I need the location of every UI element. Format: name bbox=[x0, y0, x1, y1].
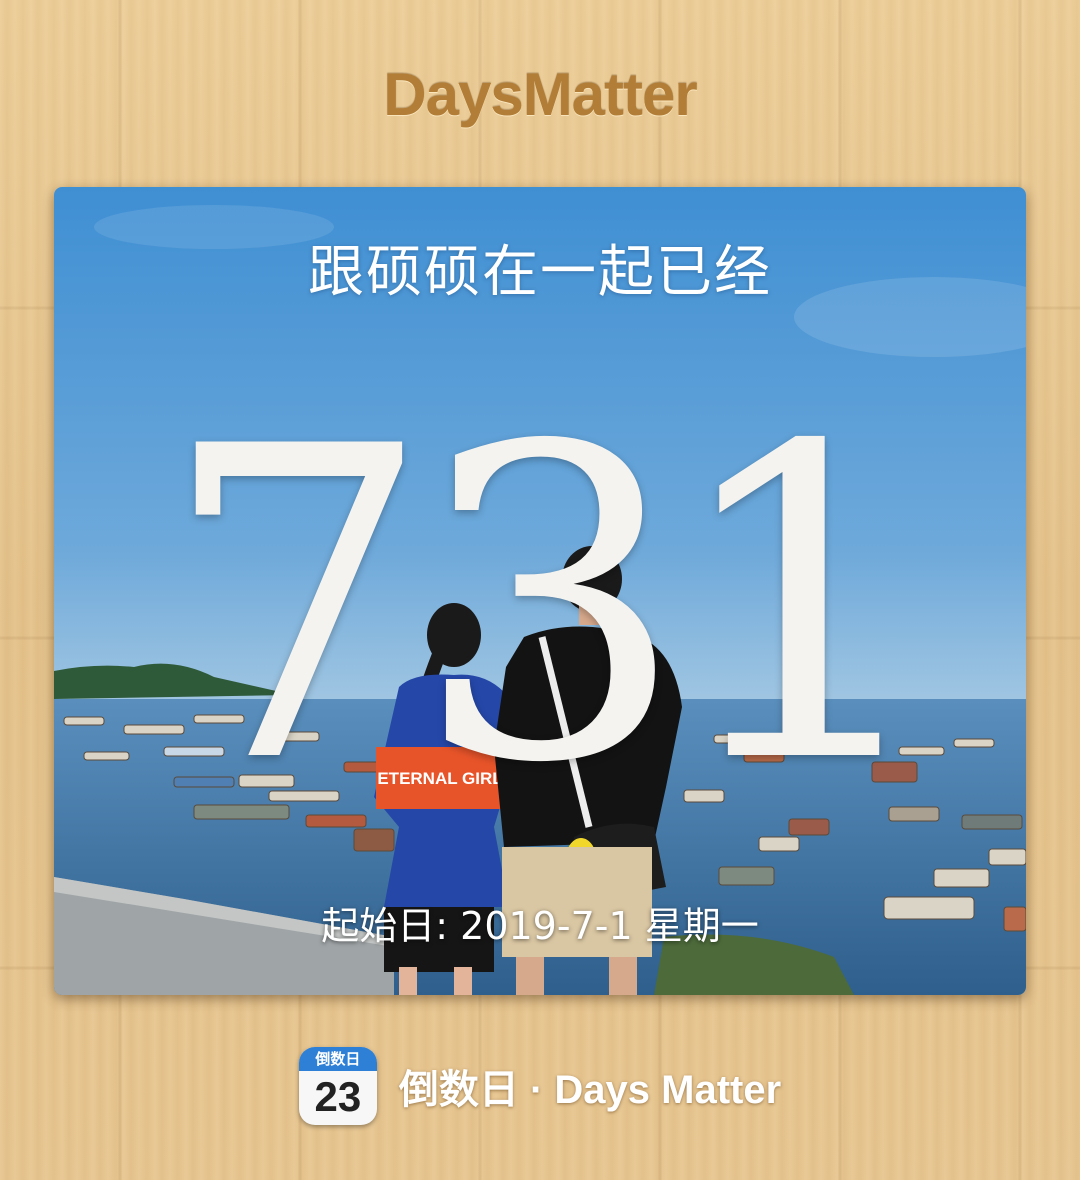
app-branding: 倒数日 23 倒数日 · Days Matter bbox=[0, 1046, 1080, 1126]
anniversary-card[interactable]: ETERNAL GIRL 跟硕硕在一起已经 731 起始日: 2019-7-1 … bbox=[54, 187, 1026, 995]
day-count: 731 bbox=[159, 357, 941, 857]
calendar-icon-header: 倒数日 bbox=[298, 1047, 377, 1071]
app-brand-label: 倒数日 · Days Matter bbox=[398, 1068, 782, 1112]
event-title: 跟硕硕在一起已经 bbox=[308, 240, 772, 305]
calendar-icon-number: 23 bbox=[314, 1073, 362, 1120]
start-date: 起始日: 2019-7-1 星期一 bbox=[321, 904, 759, 948]
calendar-icon: 倒数日 23 bbox=[298, 1047, 377, 1125]
app-title: DaysMatter bbox=[383, 61, 697, 128]
